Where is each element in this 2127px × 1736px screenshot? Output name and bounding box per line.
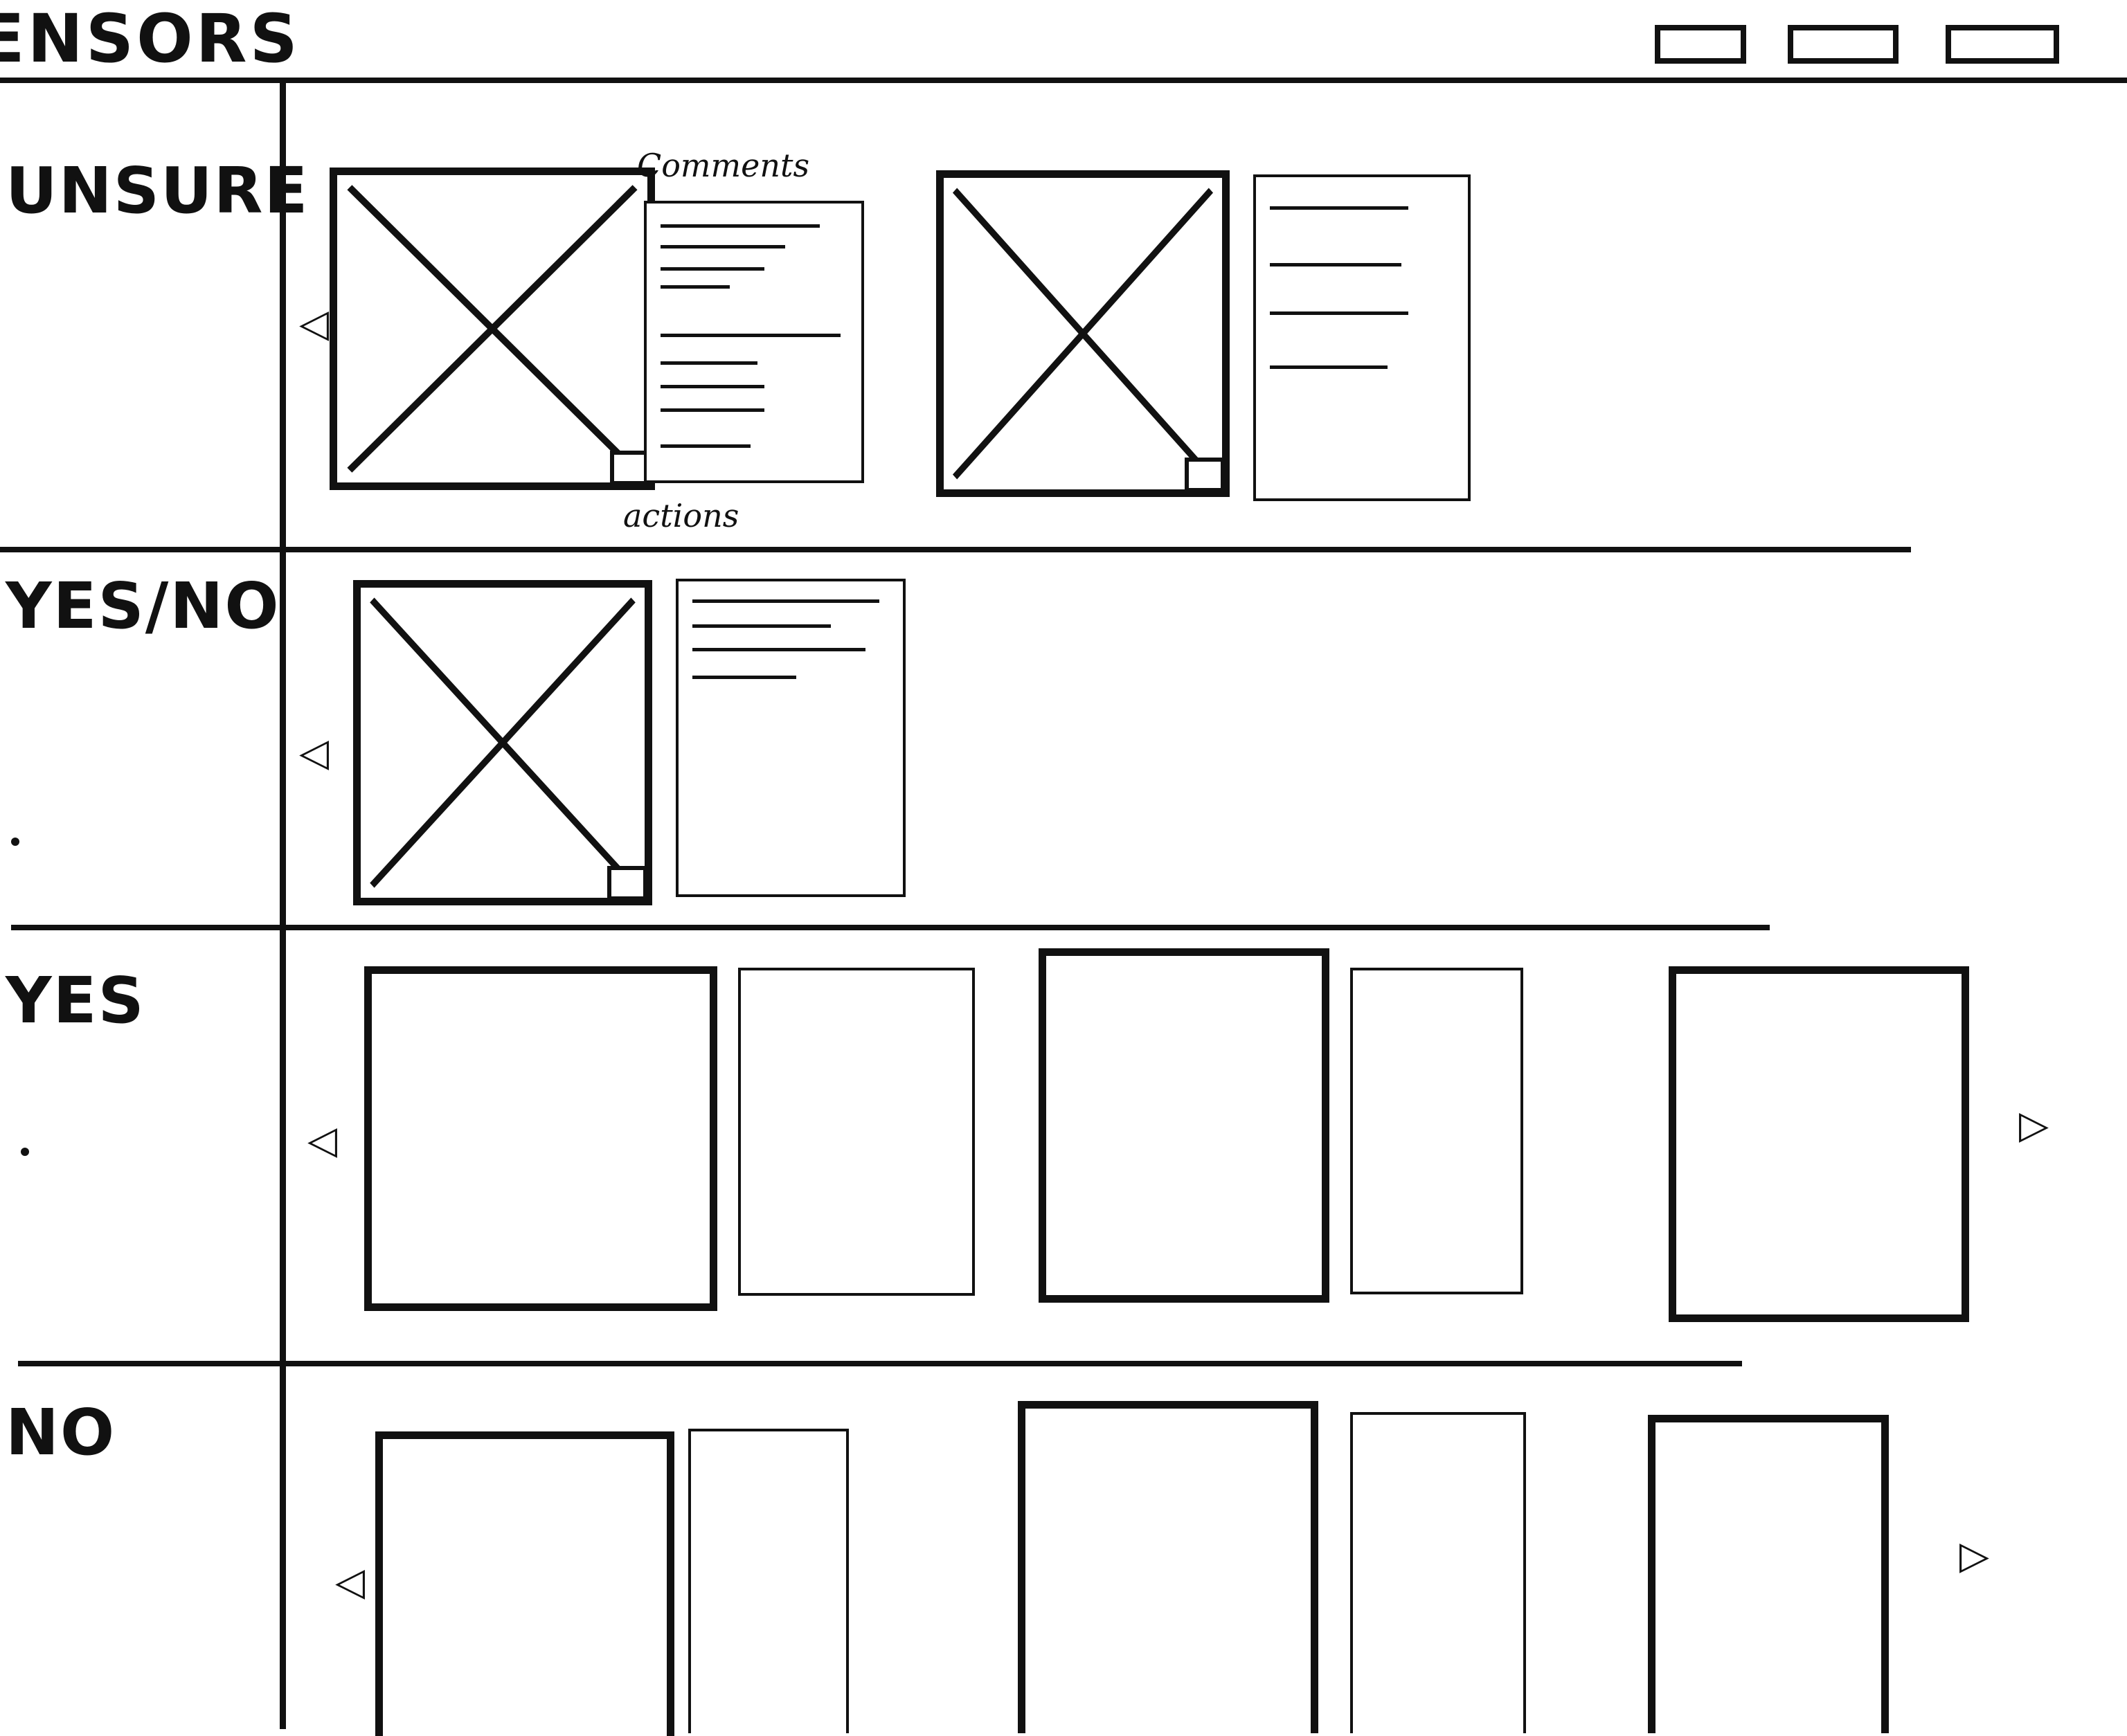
actions-button[interactable] — [1185, 458, 1225, 492]
row-divider — [0, 547, 1911, 552]
comment-panel[interactable] — [738, 968, 975, 1296]
image-placeholder-icon — [347, 185, 638, 473]
image-card[interactable] — [1039, 948, 1329, 1303]
image-card[interactable] — [1669, 966, 1969, 1322]
comment-panel[interactable] — [676, 579, 906, 897]
category-label-no[interactable]: NO — [6, 1395, 116, 1470]
image-placeholder-icon — [370, 597, 636, 888]
view-button-1[interactable] — [1655, 25, 1746, 64]
comment-panel[interactable] — [1350, 1412, 1526, 1733]
actions-button[interactable] — [607, 866, 647, 901]
category-label-yes-no[interactable]: YES/NO — [6, 569, 280, 643]
actions-annotation: actions — [623, 497, 739, 534]
category-label-unsure[interactable]: UNSURE — [6, 154, 309, 228]
comment-panel[interactable] — [1253, 174, 1471, 501]
scroll-right-icon[interactable]: ▷ — [2019, 1106, 2049, 1145]
scroll-left-icon[interactable]: ◁ — [299, 305, 329, 343]
image-card[interactable] — [1018, 1401, 1318, 1733]
row-divider — [11, 925, 1770, 930]
scroll-left-icon[interactable]: ◁ — [299, 734, 329, 772]
comment-panel[interactable] — [1350, 968, 1523, 1294]
row-divider — [18, 1361, 1742, 1366]
view-button-3[interactable] — [1946, 25, 2059, 64]
sidebar-divider — [280, 78, 286, 1729]
image-card[interactable] — [364, 966, 717, 1311]
image-card[interactable] — [353, 580, 652, 905]
comments-annotation: Comments — [637, 147, 810, 184]
app-title: ENSORS — [0, 0, 300, 78]
scroll-left-icon[interactable]: ◁ — [335, 1563, 365, 1602]
scroll-right-icon[interactable]: ▷ — [1959, 1537, 1989, 1575]
bullet-dot — [11, 838, 19, 846]
scroll-left-icon[interactable]: ◁ — [307, 1121, 337, 1160]
image-card[interactable] — [1648, 1415, 1889, 1733]
bullet-dot — [21, 1148, 29, 1156]
image-card[interactable] — [330, 168, 655, 490]
header-divider — [0, 78, 2127, 83]
image-card[interactable] — [375, 1431, 674, 1736]
category-label-yes[interactable]: YES — [6, 964, 145, 1038]
comment-panel[interactable] — [644, 201, 864, 483]
image-placeholder-icon — [952, 188, 1214, 480]
view-button-2[interactable] — [1788, 25, 1899, 64]
comment-panel[interactable] — [688, 1429, 849, 1733]
image-card[interactable] — [936, 170, 1230, 497]
